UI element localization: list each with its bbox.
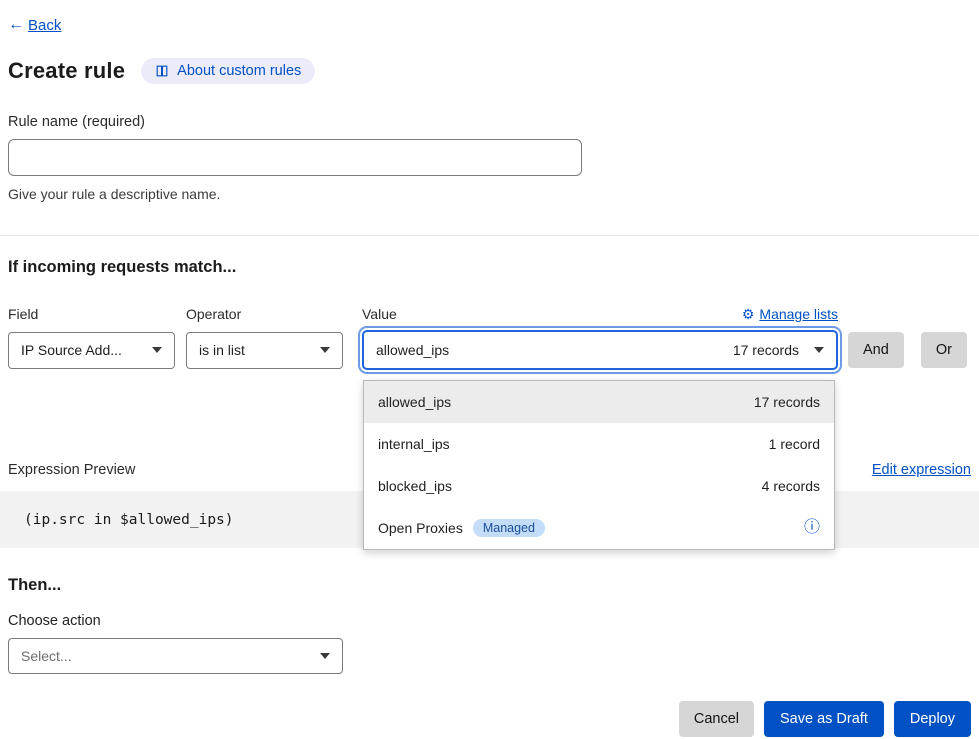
- about-custom-rules-link[interactable]: About custom rules: [141, 58, 315, 84]
- match-section-heading: If incoming requests match...: [8, 258, 979, 277]
- footer-actions: Cancel Save as Draft Deploy: [0, 701, 971, 737]
- managed-badge: Managed: [473, 519, 545, 538]
- value-select-value: allowed_ips: [376, 342, 449, 358]
- chevron-down-icon: [320, 347, 330, 353]
- rule-name-helper: Give your rule a descriptive name.: [8, 186, 979, 202]
- edit-expression-link[interactable]: Edit expression: [872, 462, 971, 478]
- title-row: Create rule About custom rules: [8, 58, 979, 84]
- rule-name-label: Rule name (required): [8, 114, 979, 130]
- cancel-button[interactable]: Cancel: [679, 701, 754, 737]
- dropdown-item-blocked-ips[interactable]: blocked_ips 4 records: [364, 465, 834, 507]
- action-select[interactable]: Select...: [8, 638, 343, 674]
- or-button[interactable]: Or: [921, 332, 967, 368]
- manage-lists-link[interactable]: ⚙ Manage lists: [742, 306, 838, 322]
- section-divider: [0, 235, 979, 236]
- expression-preview-label: Expression Preview: [8, 462, 135, 478]
- action-select-placeholder: Select...: [21, 648, 72, 664]
- then-section-heading: Then...: [8, 576, 979, 595]
- choose-action-label: Choose action: [8, 613, 979, 629]
- dropdown-item-name: Open Proxies: [378, 520, 463, 536]
- operator-select[interactable]: is in list: [186, 332, 343, 369]
- back-link[interactable]: ← Back: [8, 16, 61, 34]
- value-select-wrapper: allowed_ips 17 records allowed_ips 17 re…: [362, 330, 838, 370]
- dropdown-item-name: allowed_ips: [378, 394, 451, 410]
- back-link-label[interactable]: Back: [28, 17, 61, 34]
- and-button[interactable]: And: [848, 332, 904, 368]
- dropdown-item-meta: 1 record: [769, 436, 820, 452]
- field-select[interactable]: IP Source Add...: [8, 332, 175, 369]
- match-controls-row: IP Source Add... is in list allowed_ips …: [8, 330, 971, 370]
- expression-code: (ip.src in $allowed_ips): [24, 512, 234, 528]
- dropdown-item-allowed-ips[interactable]: allowed_ips 17 records: [364, 381, 834, 423]
- rule-name-input[interactable]: [8, 139, 582, 176]
- dropdown-item-name: blocked_ips: [378, 478, 452, 494]
- info-icon[interactable]: ⓘ: [804, 520, 820, 536]
- create-rule-page: ← Back Create rule About custom rules Ru…: [0, 0, 979, 737]
- deploy-button[interactable]: Deploy: [894, 701, 971, 737]
- dropdown-item-internal-ips[interactable]: internal_ips 1 record: [364, 423, 834, 465]
- page-title: Create rule: [8, 58, 125, 84]
- value-label: Value: [362, 306, 397, 322]
- value-select-meta: 17 records: [733, 342, 799, 358]
- value-select[interactable]: allowed_ips 17 records: [362, 330, 838, 370]
- match-labels-row: Field Operator Value ⚙ Manage lists: [8, 306, 971, 322]
- dropdown-item-meta: 17 records: [754, 394, 820, 410]
- dropdown-item-open-proxies[interactable]: Open Proxies Managed ⓘ: [364, 507, 834, 549]
- manage-lists-label: Manage lists: [759, 306, 838, 322]
- chevron-down-icon: [320, 653, 330, 659]
- about-custom-rules-label: About custom rules: [177, 63, 301, 79]
- field-label: Field: [8, 306, 175, 322]
- operator-select-value: is in list: [199, 342, 245, 358]
- operator-label: Operator: [186, 306, 343, 322]
- gear-icon: ⚙: [742, 307, 755, 321]
- chevron-down-icon: [814, 347, 824, 353]
- dropdown-item-name: internal_ips: [378, 436, 450, 452]
- chevron-down-icon: [152, 347, 162, 353]
- dropdown-item-meta: 4 records: [762, 478, 820, 494]
- field-select-value: IP Source Add...: [21, 342, 122, 358]
- save-as-draft-button[interactable]: Save as Draft: [764, 701, 884, 737]
- value-dropdown-menu: allowed_ips 17 records internal_ips 1 re…: [363, 380, 835, 550]
- book-icon: [155, 64, 169, 78]
- back-arrow-icon: ←: [8, 16, 24, 34]
